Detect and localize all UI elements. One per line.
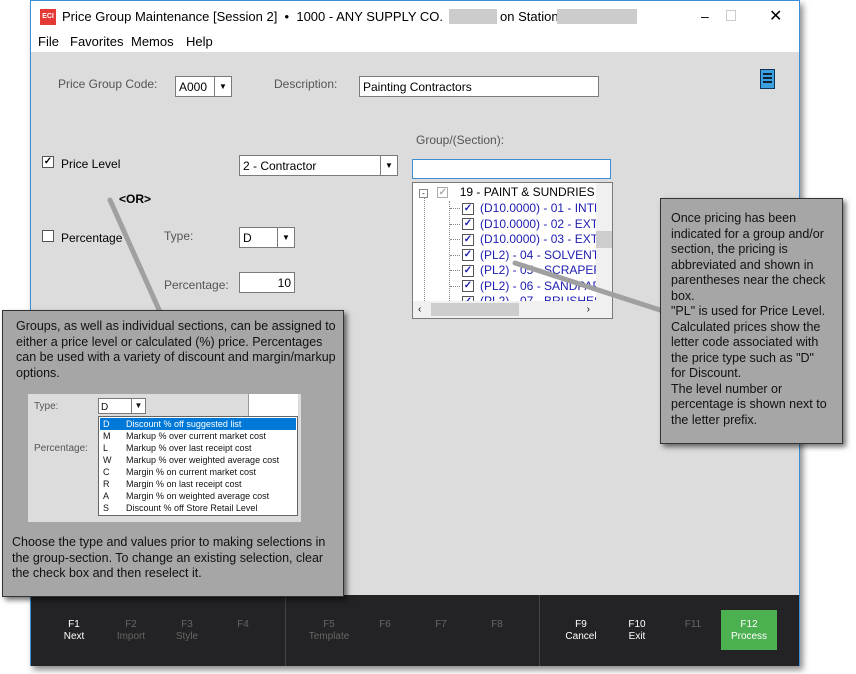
callout-right-line: Once pricing has been indicated for a gr… (671, 211, 826, 303)
type-option-label: Markup % over current market cost (126, 431, 267, 441)
type-option: L Markup % over last receipt cost (100, 442, 296, 454)
type-option: S Discount % off Store Retail Level (100, 502, 296, 514)
callout-inset: Type: D ▼ Percentage: D Discount % off sug… (28, 394, 301, 522)
type-option: D Discount % off suggested list (100, 418, 296, 430)
type-option-code: W (103, 455, 112, 465)
inset-type-value: D (101, 402, 109, 413)
type-option: C Margin % on current market cost (100, 466, 296, 478)
type-option-code: S (103, 503, 110, 513)
type-option-label: Margin % on current market cost (126, 467, 257, 477)
type-options-list: D Discount % off suggested list M Markup % … (98, 416, 298, 516)
inset-percentage-label: Percentage: (34, 443, 88, 454)
connector-left (107, 197, 163, 315)
callout-right-line: The level number or percentage is shown … (671, 381, 827, 427)
callout-right-line: Calculated prices show the letter code a… (671, 319, 821, 381)
type-option-code: C (103, 467, 110, 477)
type-option-label: Markup % over last receipt cost (126, 443, 252, 453)
callout-right-line: "PL" is used for Price Level. (671, 304, 826, 318)
callout-left-bottom-text: Choose the type and values prior to maki… (12, 535, 326, 580)
type-option-code: D (103, 419, 110, 429)
type-option-label: Discount % off suggested list (126, 419, 242, 429)
type-option-label: Discount % off Store Retail Level (126, 503, 258, 513)
type-option-label: Markup % over weighted average cost (126, 455, 280, 465)
inset-type-dropdown: D ▼ (98, 398, 146, 414)
type-option: R Margin % on last receipt cost (100, 478, 296, 490)
type-option-label: Margin % on weighted average cost (126, 491, 270, 501)
type-option: W Markup % over weighted average cost (100, 454, 296, 466)
callout-left: Groups, as well as individual sections, … (2, 310, 344, 597)
type-option-code: R (103, 479, 110, 489)
type-option-code: L (103, 443, 109, 453)
connector-right (512, 260, 663, 313)
type-option: A Margin % on weighted average cost (100, 490, 296, 502)
callout-right: Once pricing has been indicated for a gr… (660, 198, 843, 444)
type-option-label: Margin % on last receipt cost (126, 479, 242, 489)
type-option: M Markup % over current market cost (100, 430, 296, 442)
inset-type-label: Type: (34, 401, 59, 412)
callout-left-top-text: Groups, as well as individual sections, … (16, 319, 336, 380)
type-option-code: M (103, 431, 111, 441)
type-option-code: A (103, 491, 110, 501)
